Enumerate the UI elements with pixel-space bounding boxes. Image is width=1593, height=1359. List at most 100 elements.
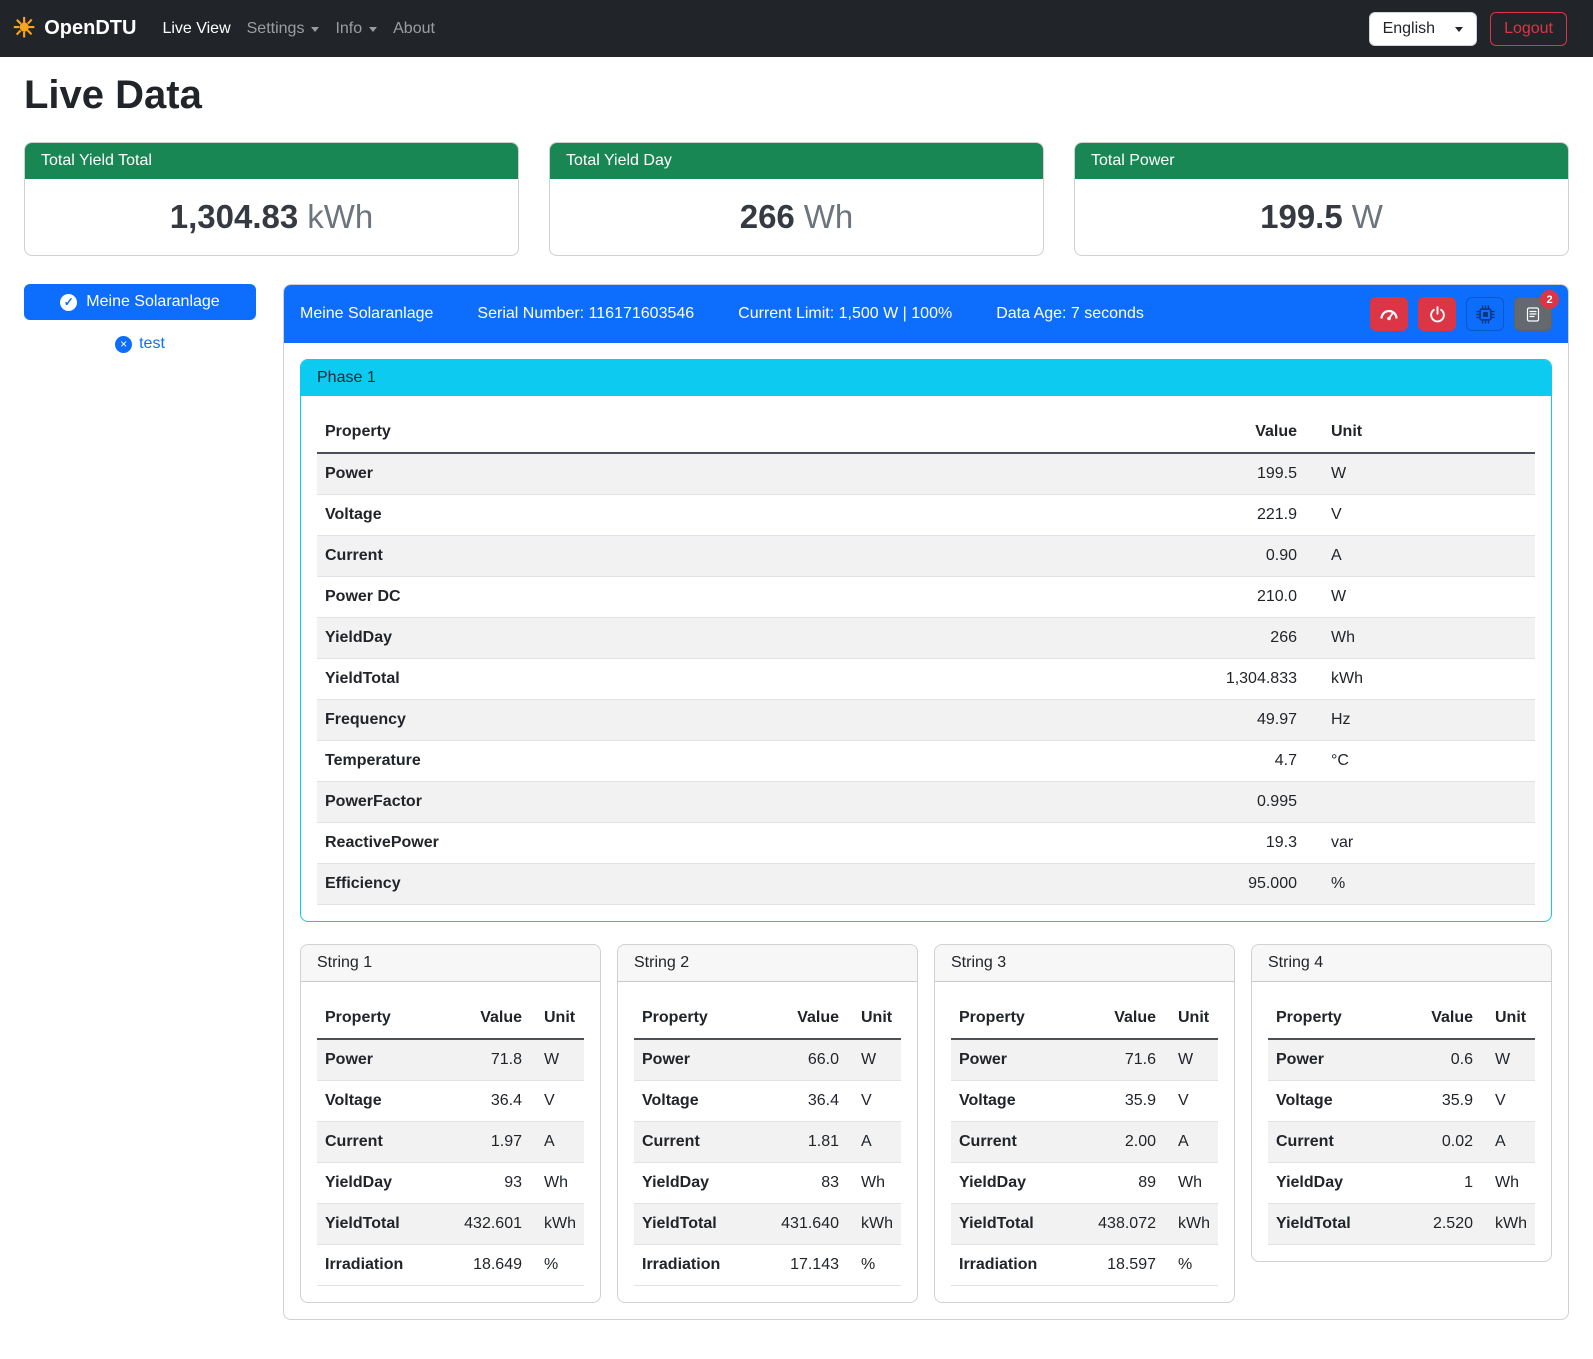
page-title: Live Data [24, 73, 1569, 118]
chevron-down-icon [311, 27, 319, 32]
row-value: 0.6 [1389, 1039, 1481, 1081]
row-value: 93 [438, 1163, 530, 1204]
string-card-3: String 3 Property Value Unit [934, 944, 1235, 1303]
table-row: YieldTotal 431.640 kWh [634, 1204, 901, 1245]
row-unit: W [1305, 577, 1535, 618]
table-row: Current 1.97 A [317, 1122, 584, 1163]
row-property: YieldDay [317, 1163, 438, 1204]
row-property: Power [1268, 1039, 1389, 1081]
row-unit: Wh [1481, 1163, 1535, 1204]
summary-card-total-power: Total Power 199.5W [1074, 142, 1569, 256]
row-value: 35.9 [1072, 1081, 1164, 1122]
table-row: Current 2.00 A [951, 1122, 1218, 1163]
column-header-property: Property [1268, 998, 1389, 1039]
string-table: Property Value Unit Power [951, 998, 1218, 1286]
nav-about[interactable]: About [393, 20, 435, 38]
brand-link[interactable]: ☀ OpenDTU [12, 15, 136, 42]
summary-card-body: 1,304.83kWh [25, 179, 518, 255]
power-settings-button[interactable] [1418, 297, 1456, 331]
string-card-title: String 4 [1252, 945, 1551, 982]
column-header-value: Value [908, 412, 1305, 453]
row-unit: W [1164, 1039, 1218, 1081]
row-unit: W [847, 1039, 901, 1081]
nav-live-view[interactable]: Live View [162, 20, 230, 38]
row-property: YieldTotal [634, 1204, 755, 1245]
table-row: Current 0.02 A [1268, 1122, 1535, 1163]
nav-info[interactable]: Info [335, 20, 377, 38]
string-card-title: String 1 [301, 945, 600, 982]
power-icon [1429, 306, 1446, 323]
table-row: Current 1.81 A [634, 1122, 901, 1163]
row-property: Voltage [1268, 1081, 1389, 1122]
column-header-unit: Unit [1481, 998, 1535, 1039]
nav-settings[interactable]: Settings [247, 20, 320, 38]
nav-settings-label: Settings [247, 20, 305, 38]
row-value: 1,304.833 [908, 659, 1305, 700]
row-property: Irradiation [317, 1245, 438, 1286]
row-value: 17.143 [755, 1245, 847, 1286]
summary-card-body: 266Wh [550, 179, 1043, 255]
row-unit: Hz [1305, 700, 1535, 741]
row-value: 0.02 [1389, 1122, 1481, 1163]
check-circle-icon: ✓ [60, 294, 77, 311]
inverter-link-test[interactable]: × test [24, 335, 256, 353]
row-property: YieldTotal [1268, 1204, 1389, 1245]
column-header-property: Property [634, 998, 755, 1039]
row-unit: A [847, 1122, 901, 1163]
row-property: Voltage [317, 495, 908, 536]
column-header-unit: Unit [1164, 998, 1218, 1039]
row-unit: % [530, 1245, 584, 1286]
table-row: YieldTotal 2.520 kWh [1268, 1204, 1535, 1245]
row-property: Frequency [317, 700, 908, 741]
table-row: YieldDay 89 Wh [951, 1163, 1218, 1204]
row-property: Current [951, 1122, 1072, 1163]
row-property: Current [317, 536, 908, 577]
summary-card-title: Total Yield Total [25, 143, 518, 179]
row-value: 49.97 [908, 700, 1305, 741]
device-info-button[interactable] [1466, 297, 1504, 331]
row-value: 2.520 [1389, 1204, 1481, 1245]
table-row: Irradiation 18.649 % [317, 1245, 584, 1286]
table-row: YieldDay 83 Wh [634, 1163, 901, 1204]
phase-title: Phase 1 [301, 360, 1551, 396]
table-row: Power DC 210.0 W [317, 577, 1535, 618]
row-value: 89 [1072, 1163, 1164, 1204]
row-unit: V [1305, 495, 1535, 536]
column-header-property: Property [317, 412, 908, 453]
column-header-unit: Unit [847, 998, 901, 1039]
table-row: Voltage 221.9 V [317, 495, 1535, 536]
phase-table: Property Value Unit Power [317, 412, 1535, 905]
table-header-row: Property Value Unit [317, 412, 1535, 453]
row-value: 66.0 [755, 1039, 847, 1081]
table-row: Voltage 36.4 V [317, 1081, 584, 1122]
table-row: YieldTotal 1,304.833 kWh [317, 659, 1535, 700]
row-unit: W [530, 1039, 584, 1081]
string-table: Property Value Unit Power [634, 998, 901, 1286]
row-property: Power [317, 1039, 438, 1081]
limit-settings-button[interactable] [1370, 297, 1408, 331]
column-header-value: Value [1072, 998, 1164, 1039]
main-content: Live Data Total Yield Total 1,304.83kWh … [0, 73, 1593, 1346]
row-value: 19.3 [908, 823, 1305, 864]
table-header-row: Property Value Unit [1268, 998, 1535, 1039]
inverter-select-button[interactable]: ✓ Meine Solaranlage [24, 284, 256, 320]
row-property: Current [634, 1122, 755, 1163]
table-row: Voltage 35.9 V [951, 1081, 1218, 1122]
phase-card: Phase 1 Property Value Unit [300, 359, 1552, 922]
row-property: Power [317, 453, 908, 495]
table-row: YieldDay 266 Wh [317, 618, 1535, 659]
row-value: 0.995 [908, 782, 1305, 823]
row-unit: Wh [1305, 618, 1535, 659]
inverter-panel-header: Meine Solaranlage Serial Number: 1161716… [284, 285, 1568, 343]
cpu-icon [1476, 305, 1495, 324]
row-property: YieldDay [1268, 1163, 1389, 1204]
summary-card-total-yield-total: Total Yield Total 1,304.83kWh [24, 142, 519, 256]
row-value: 2.00 [1072, 1122, 1164, 1163]
event-log-button[interactable]: 2 [1514, 297, 1552, 331]
row-property: Power DC [317, 577, 908, 618]
language-select[interactable]: English [1369, 12, 1477, 46]
logout-button[interactable]: Logout [1490, 12, 1567, 46]
row-value: 1.97 [438, 1122, 530, 1163]
row-value: 83 [755, 1163, 847, 1204]
row-value: 431.640 [755, 1204, 847, 1245]
